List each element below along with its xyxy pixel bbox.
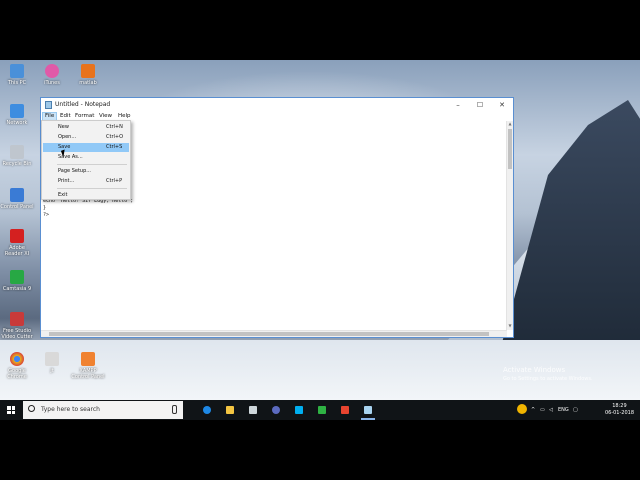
- taskbar-camtasia[interactable]: [314, 402, 330, 418]
- system-tray: ^ ▭ ◁ ENG ▢ 18:29 06-01-2018: [515, 400, 640, 420]
- recycle-bin-icon: [10, 145, 24, 159]
- scroll-up-arrow-icon[interactable]: ▲: [507, 121, 513, 128]
- camtasia-icon: [10, 270, 24, 284]
- watermark-title: Activate Windows: [503, 366, 566, 374]
- screen: This PC iTunes matlab Network Recycle Bi…: [0, 0, 640, 480]
- xampp-icon: [81, 352, 95, 366]
- desktop-icon-adobe-reader[interactable]: Adobe Reader XI: [0, 229, 34, 257]
- control-panel-icon: [10, 188, 24, 202]
- adobe-reader-icon: [10, 229, 24, 243]
- title-bar[interactable]: Untitled - Notepad – ☐ ✕: [41, 98, 513, 112]
- menu-item-page-setup[interactable]: Page Setup...: [43, 167, 129, 176]
- notepad-icon: [45, 101, 52, 109]
- vertical-scrollbar[interactable]: ▲ ▼: [506, 121, 513, 330]
- horizontal-scroll-thumb[interactable]: [49, 332, 489, 336]
- matlab-icon: [81, 64, 95, 78]
- network-icon: [10, 104, 24, 118]
- close-button[interactable]: ✕: [491, 98, 513, 112]
- menu-help[interactable]: Help: [116, 113, 133, 120]
- search-placeholder: Type here to search: [41, 406, 100, 413]
- taskbar-store[interactable]: [245, 402, 261, 418]
- edge-icon: [203, 406, 211, 414]
- menu-item-new[interactable]: New Ctrl+N: [43, 123, 129, 132]
- itunes-icon: [45, 64, 59, 78]
- notepad-icon: [364, 406, 372, 414]
- vertical-scroll-thumb[interactable]: [508, 129, 512, 169]
- help-icon[interactable]: [517, 404, 527, 414]
- desktop-icon-network[interactable]: Network: [0, 104, 34, 126]
- skype-icon: [295, 406, 303, 414]
- taskbar-edge[interactable]: [199, 402, 215, 418]
- watermark-subtitle: Go to Settings to activate Windows.: [503, 376, 593, 382]
- file-explorer-icon: [226, 406, 234, 414]
- desktop-icon-camtasia[interactable]: Camtasia 9: [0, 270, 34, 292]
- this-pc-icon: [10, 64, 24, 78]
- maximize-button[interactable]: ☐: [469, 98, 491, 112]
- camtasia-icon: [318, 406, 326, 414]
- taskbar-file-explorer[interactable]: [222, 402, 238, 418]
- menu-item-exit[interactable]: Exit: [43, 191, 129, 200]
- horizontal-scrollbar[interactable]: [41, 330, 507, 337]
- recorder-icon: [341, 406, 349, 414]
- clock-date: 06-01-2018: [604, 410, 634, 416]
- menu-format[interactable]: Format: [73, 113, 96, 120]
- desktop-icon-matlab[interactable]: matlab: [71, 64, 105, 86]
- wallpaper-mountain: [500, 100, 640, 350]
- windows-logo-icon: [7, 406, 15, 414]
- microphone-icon[interactable]: [172, 405, 177, 414]
- desktop-icon-this-pc[interactable]: This PC: [0, 64, 34, 86]
- menu-item-open[interactable]: Open... Ctrl+O: [43, 133, 129, 142]
- menu-separator: [57, 164, 127, 165]
- taskbar-notepad[interactable]: [360, 402, 376, 420]
- menu-item-print[interactable]: Print... Ctrl+P: [43, 177, 129, 186]
- editor-line: }: [43, 205, 47, 211]
- chrome-icon: [10, 352, 24, 366]
- menu-view[interactable]: View: [97, 113, 114, 120]
- infinity-icon: [272, 406, 280, 414]
- window-title: Untitled - Notepad: [55, 101, 111, 108]
- desktop-icon-xampp[interactable]: XAMPP Control Panel: [71, 352, 105, 380]
- store-icon: [249, 406, 257, 414]
- desktop-icon-control-panel[interactable]: Control Panel: [0, 188, 34, 210]
- menu-edit[interactable]: Edit: [58, 113, 73, 120]
- video-cutter-icon: [10, 312, 24, 326]
- desktop-icon-google-chrome[interactable]: Google Chrome: [0, 352, 34, 380]
- desktop-icon-video-cutter[interactable]: Free Studio Video Cutter: [0, 312, 34, 340]
- editor-line: ?>: [43, 212, 50, 218]
- menu-item-save-as[interactable]: Save As...: [43, 153, 129, 162]
- clock[interactable]: 18:29 06-01-2018: [605, 403, 634, 417]
- file-menu-dropdown: New Ctrl+N Open... Ctrl+O Save Ctrl+S Sa…: [41, 120, 131, 200]
- menu-item-save[interactable]: Save Ctrl+S: [43, 143, 129, 152]
- desktop-icon-jt[interactable]: jt: [35, 352, 69, 374]
- chevron-up-icon[interactable]: ^: [531, 407, 535, 413]
- minimize-button[interactable]: –: [447, 98, 469, 112]
- scroll-down-arrow-icon[interactable]: ▼: [507, 323, 513, 330]
- language-indicator[interactable]: ENG: [558, 407, 569, 413]
- taskbar: Type here to search ^ ▭ ◁ ENG ▢ 18:29 06…: [0, 400, 640, 420]
- desktop-icon-recycle-bin[interactable]: Recycle Bin: [0, 145, 34, 167]
- taskbar-skype[interactable]: [291, 402, 307, 418]
- activation-watermark: Activate Windows Go to Settings to activ…: [503, 366, 593, 384]
- taskbar-search-box[interactable]: Type here to search: [23, 401, 183, 419]
- file-icon: [45, 352, 59, 366]
- taskbar-recorder[interactable]: [337, 402, 353, 418]
- start-button[interactable]: [0, 400, 22, 420]
- volume-icon[interactable]: ◁: [549, 407, 553, 413]
- keyboard-icon[interactable]: ▢: [573, 407, 578, 413]
- desktop-icon-itunes[interactable]: iTunes: [35, 64, 69, 86]
- menu-separator: [57, 188, 127, 189]
- search-icon: [28, 405, 35, 412]
- taskbar-infinity-app[interactable]: [268, 402, 284, 418]
- network-icon[interactable]: ▭: [540, 407, 545, 413]
- clock-time: 18:29: [612, 403, 627, 409]
